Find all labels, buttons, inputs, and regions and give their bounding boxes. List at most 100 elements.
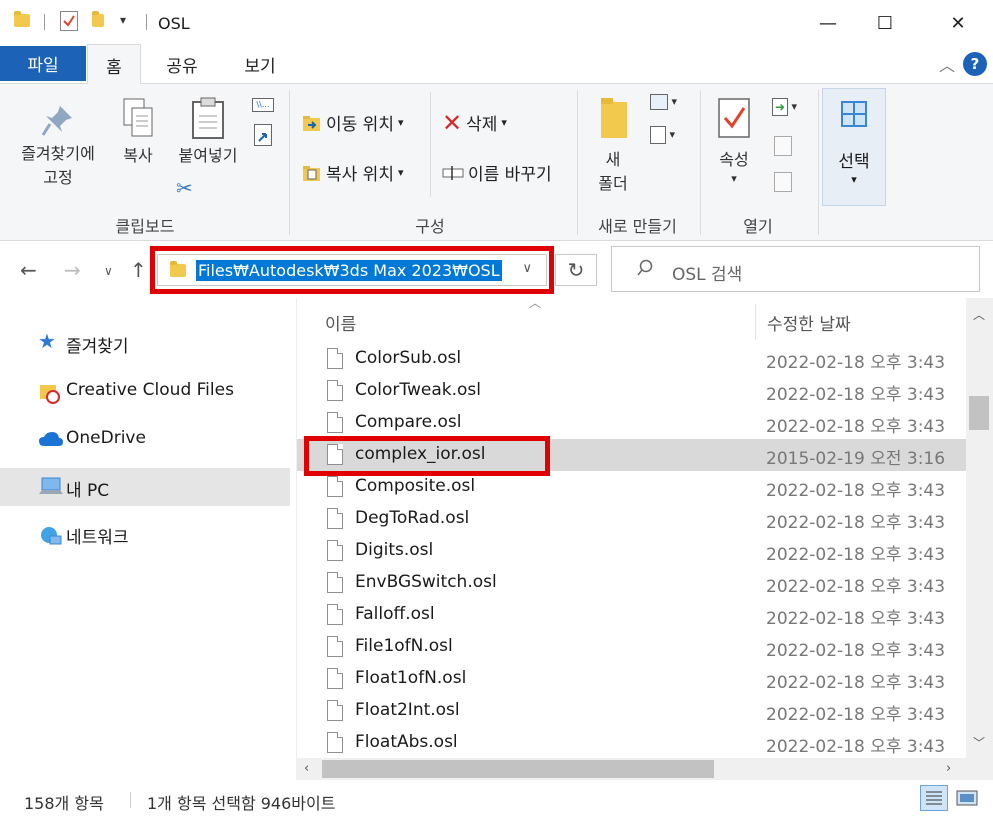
search-input[interactable]: OSL 검색 <box>672 260 742 285</box>
copy-button[interactable]: 복사 <box>110 96 166 168</box>
folder-icon[interactable] <box>14 11 30 27</box>
file-row[interactable]: ColorSub.osl 2022-02-18 오후 3:43 <box>297 343 967 375</box>
properties-quick-icon[interactable] <box>60 11 78 31</box>
rename-icon <box>442 164 464 182</box>
minimize-button[interactable]: — <box>805 0 851 46</box>
file-name: FloatAbs.osl <box>355 732 458 752</box>
column-header-name[interactable]: 이름 <box>325 310 356 335</box>
new-item-button[interactable]: ▾ <box>650 94 677 110</box>
copy-path-icon[interactable]: \\... <box>252 98 274 112</box>
new-folder-quick-icon[interactable] <box>92 11 104 27</box>
nav-item-network[interactable]: 네트워크 <box>0 516 290 552</box>
file-name: Composite.osl <box>355 476 476 496</box>
properties-icon <box>708 96 760 148</box>
scroll-left-icon[interactable]: ‹ <box>304 761 309 776</box>
file-date: 2022-02-18 오후 3:43 <box>766 513 946 533</box>
file-row[interactable]: File1ofN.osl 2022-02-18 오후 3:43 <box>297 631 967 663</box>
file-name: Compare.osl <box>355 412 462 432</box>
search-box[interactable]: OSL 검색 <box>611 246 980 292</box>
file-row[interactable]: DegToRad.osl 2022-02-18 오후 3:43 <box>297 503 967 535</box>
scroll-right-icon[interactable]: › <box>946 761 951 776</box>
file-name: Float2Int.osl <box>355 700 460 720</box>
close-button[interactable]: ✕ <box>935 0 981 46</box>
forward-arrow-icon[interactable]: → <box>64 258 81 282</box>
scroll-up-icon[interactable]: ︿ <box>973 306 985 323</box>
file-date: 2022-02-18 오후 3:43 <box>766 673 946 693</box>
file-row[interactable]: Compare.osl 2022-02-18 오후 3:43 <box>297 407 967 439</box>
maximize-button[interactable]: ☐ <box>862 0 908 46</box>
file-row[interactable]: Float1ofN.osl 2022-02-18 오후 3:43 <box>297 663 967 695</box>
paste-label: 붙여넣기 <box>178 146 238 165</box>
navigation-pane: ★ 즐겨찾기 Creative Cloud Files OneDrive 내 P… <box>0 298 293 768</box>
delete-button[interactable]: ✕ 삭제 ▾ <box>442 110 507 136</box>
recent-locations-icon[interactable]: ∨ <box>104 264 113 278</box>
up-arrow-icon[interactable]: ↑ <box>130 258 147 282</box>
file-row[interactable]: Float2Int.osl 2022-02-18 오후 3:43 <box>297 695 967 727</box>
easy-access-button[interactable]: ▾ <box>650 126 675 144</box>
vertical-scroll-thumb[interactable] <box>969 396 989 430</box>
file-name: DegToRad.osl <box>355 508 470 528</box>
file-icon <box>327 732 343 753</box>
tab-view[interactable]: 보기 <box>228 44 292 84</box>
new-folder-button[interactable]: 새 폴더 <box>588 96 638 196</box>
tab-home[interactable]: 홈 <box>87 44 141 85</box>
nav-item-onedrive[interactable]: OneDrive <box>0 421 290 457</box>
file-row[interactable]: EnvBGSwitch.osl 2022-02-18 오후 3:43 <box>297 567 967 599</box>
new-folder-label-line1: 새 <box>605 150 621 169</box>
ribbon: 즐겨찾기에 고정 복사 붙여넣기 ✂ \\... 클립보드 이동 위치 ▾ 복사… <box>0 84 993 241</box>
large-icons-view-button[interactable] <box>955 787 979 809</box>
move-to-button[interactable]: 이동 위치 ▾ <box>302 110 404 135</box>
customize-toolbar-icon[interactable]: ▾ <box>120 13 126 27</box>
edit-icon[interactable] <box>774 136 792 156</box>
file-row[interactable]: ColorTweak.osl 2022-02-18 오후 3:43 <box>297 375 967 407</box>
nav-item-this-pc[interactable]: 내 PC <box>0 468 290 506</box>
file-date: 2022-02-18 오후 3:43 <box>766 353 946 373</box>
horizontal-scroll-thumb[interactable] <box>322 760 714 778</box>
copy-to-button[interactable]: 복사 위치 ▾ <box>302 160 404 185</box>
paste-button[interactable]: 붙여넣기 <box>170 96 246 168</box>
selection-info: 1개 항목 선택함 946바이트 <box>147 794 336 813</box>
scrollbar-corner <box>966 758 993 780</box>
ribbon-collapse-icon[interactable]: ︿ <box>939 52 955 76</box>
status-divider <box>130 792 131 808</box>
tab-file[interactable]: 파일 <box>0 46 86 81</box>
open-icon: ➜ <box>772 98 788 116</box>
properties-button[interactable]: 속성 ▾ <box>708 96 760 186</box>
tab-share[interactable]: 공유 <box>150 44 214 84</box>
history-icon[interactable] <box>774 172 792 192</box>
rename-button[interactable]: 이름 바꾸기 <box>442 160 552 185</box>
back-arrow-icon[interactable]: ← <box>20 258 37 282</box>
file-icon <box>327 476 343 497</box>
cut-icon[interactable]: ✂ <box>176 176 193 200</box>
scroll-down-icon[interactable]: ﹀ <box>973 734 985 751</box>
open-button[interactable]: ➜ ▾ <box>772 98 797 116</box>
refresh-button[interactable]: ↻ <box>555 254 597 286</box>
paste-shortcut-icon[interactable] <box>254 124 272 146</box>
file-row[interactable]: FloatAbs.osl 2022-02-18 오후 3:43 <box>297 727 967 758</box>
select-label: 선택 <box>838 152 870 172</box>
pin-to-quick-access-button[interactable]: 즐겨찾기에 고정 <box>8 102 108 190</box>
nav-item-label: 내 PC <box>66 481 110 501</box>
new-folder-icon <box>588 96 638 148</box>
toolbar-divider <box>44 14 45 30</box>
vertical-scrollbar[interactable]: ︿ ﹀ <box>966 298 993 758</box>
file-row[interactable]: Digits.osl 2022-02-18 오후 3:43 <box>297 535 967 567</box>
chevron-down-icon: ▾ <box>851 173 857 186</box>
file-icon <box>327 636 343 657</box>
move-to-icon <box>302 114 322 132</box>
creative-cloud-icon <box>38 382 60 404</box>
details-view-button[interactable] <box>920 785 948 811</box>
nav-item-quick-access[interactable]: ★ 즐겨찾기 <box>0 325 290 361</box>
file-row[interactable]: Falloff.osl 2022-02-18 오후 3:43 <box>297 599 967 631</box>
navigation-bar: ← → ∨ ↑ Files₩Autodesk₩3ds Max 2023₩OSL … <box>0 242 993 298</box>
help-icon[interactable]: ? <box>963 52 987 76</box>
column-divider[interactable] <box>755 304 756 340</box>
delete-label: 삭제 <box>466 115 498 135</box>
horizontal-scrollbar[interactable]: ‹ › <box>296 758 966 780</box>
file-icon <box>327 508 343 529</box>
chevron-down-icon: ▾ <box>397 166 404 179</box>
nav-item-creative-cloud[interactable]: Creative Cloud Files <box>0 373 290 409</box>
column-header-date[interactable]: 수정한 날짜 <box>767 310 851 335</box>
file-name: ColorSub.osl <box>355 348 462 368</box>
select-button[interactable]: 선택 ▾ <box>822 88 886 206</box>
